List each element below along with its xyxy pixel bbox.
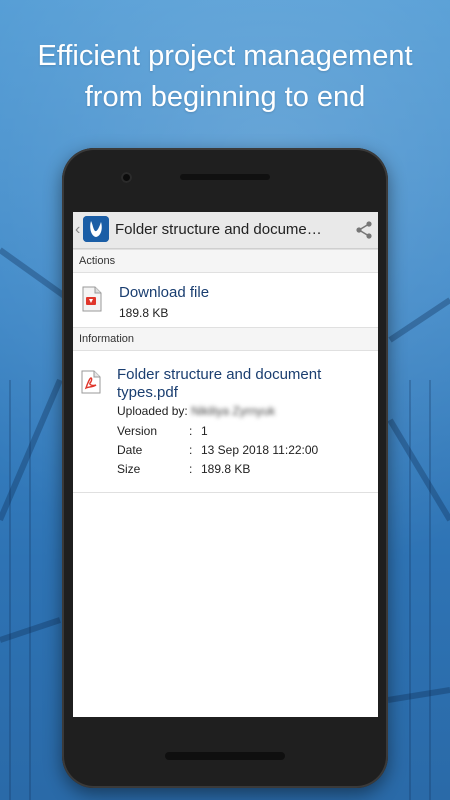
phone-frame: ‹ Folder structure and docume… Actions D… (62, 148, 388, 788)
version-row: Version:1 (117, 424, 208, 438)
version-value: 1 (201, 424, 208, 438)
separator: : (189, 462, 193, 476)
headline: Efficient project management from beginn… (0, 36, 450, 118)
page-title: Folder structure and docume… (115, 221, 322, 238)
date-value: 13 Sep 2018 11:22:00 (201, 443, 319, 457)
actions-section-header: Actions (73, 249, 378, 273)
date-label: Date (117, 443, 143, 457)
phone-screen: ‹ Folder structure and docume… Actions D… (73, 212, 378, 717)
download-file-button[interactable]: Download file 189.8 KB (73, 272, 378, 326)
download-file-icon (81, 286, 103, 312)
camera-icon (121, 172, 132, 183)
date-row: Date:13 Sep 2018 11:22:00 (117, 443, 318, 457)
headline-line-1: Efficient project management (37, 40, 413, 72)
headline-line-2: from beginning to end (84, 81, 366, 113)
file-title: Folder structure and document types.pdf (117, 366, 322, 401)
bottom-speaker (165, 752, 285, 760)
download-file-label: Download file (119, 284, 210, 301)
uploaded-by-row: Uploaded by: Nikiliya Zyrnyuk (117, 404, 275, 418)
size-label: Size (117, 462, 141, 476)
file-information: Folder structure and document types.pdf … (73, 352, 378, 492)
divider (73, 492, 378, 493)
size-row: Size:189.8 KB (117, 462, 250, 476)
version-label: Version (117, 424, 158, 438)
app-bar: ‹ Folder structure and docume… (73, 212, 378, 249)
uploaded-by-value: Nikiliya Zyrnyuk (191, 404, 276, 418)
pdf-file-icon (81, 370, 101, 394)
separator: : (189, 443, 193, 457)
separator: : (189, 424, 193, 438)
share-icon[interactable] (354, 220, 374, 240)
download-file-size: 189.8 KB (119, 306, 169, 320)
chevron-left-icon[interactable]: ‹ (75, 221, 83, 239)
size-value: 189.8 KB (201, 462, 251, 476)
uploaded-by-label: Uploaded by: (117, 404, 188, 418)
earpiece-speaker (180, 174, 270, 180)
information-section-header: Information (73, 327, 378, 351)
app-logo-icon (83, 216, 109, 242)
